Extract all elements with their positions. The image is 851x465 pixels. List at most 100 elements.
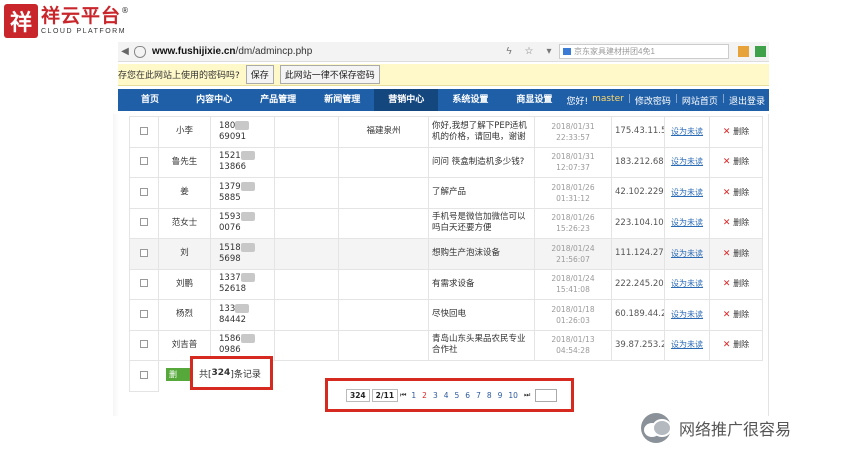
message-text: 手机号是微信加微信可以吗白天还要方便 <box>428 207 535 239</box>
mark-unread-link[interactable]: 设为未读 <box>671 279 703 288</box>
row-checkbox[interactable] <box>140 187 148 196</box>
delete-x-icon[interactable]: ✕ <box>723 218 731 228</box>
never-save-button[interactable]: 此网站一律不保存密码 <box>279 65 380 84</box>
username: master <box>592 93 624 104</box>
mark-unread-link[interactable]: 设为未读 <box>671 188 703 197</box>
url-field[interactable]: www.fushijixie.cn/dm/admincp.php <box>152 46 312 57</box>
logout-link[interactable]: 退出登录 <box>729 94 765 107</box>
pagination: 324 2/11 ⏮ 1 2 3 4 5 6 7 8 9 10 ⏭ <box>325 378 574 412</box>
region <box>338 299 429 331</box>
nav-item-display[interactable]: 商显设置 <box>502 89 566 111</box>
mark-unread-link[interactable]: 设为未读 <box>671 249 703 258</box>
star-icon[interactable]: ☆ <box>523 46 535 58</box>
region <box>338 207 429 239</box>
page-link[interactable]: 10 <box>508 391 518 400</box>
mark-unread-link[interactable]: 设为未读 <box>671 340 703 349</box>
page-link[interactable]: 5 <box>455 391 460 400</box>
page-link[interactable]: 1 <box>411 391 416 400</box>
page-link[interactable]: 7 <box>476 391 481 400</box>
delete-link[interactable]: 删除 <box>733 157 749 166</box>
ip-address: 39.87.253.208 <box>611 329 665 361</box>
lightning-icon[interactable]: ϟ <box>503 46 515 58</box>
delete-link[interactable]: 删除 <box>733 127 749 136</box>
last-page-icon[interactable]: ⏭ <box>524 391 530 400</box>
site-home-link[interactable]: 网站首页 <box>682 94 718 107</box>
delete-x-icon[interactable]: ✕ <box>723 249 731 259</box>
pager-page-of: 2/11 <box>371 388 399 402</box>
delete-x-icon[interactable]: ✕ <box>723 279 731 289</box>
delete-link[interactable]: 删除 <box>733 249 749 258</box>
page-link[interactable]: 9 <box>498 391 503 400</box>
contact-name: 刘鹏 <box>158 268 211 300</box>
delete-link[interactable]: 删除 <box>733 218 749 227</box>
ip-address: 222.245.200.185 <box>611 268 665 300</box>
app-icon[interactable] <box>755 46 766 57</box>
region <box>338 268 429 300</box>
region <box>338 146 429 178</box>
timestamp: 2018/01/13 04:54:28 <box>534 329 612 361</box>
back-arrow-icon[interactable]: ◀ <box>118 46 132 57</box>
delete-link[interactable]: 删除 <box>733 310 749 319</box>
delete-x-icon[interactable]: ✕ <box>723 310 731 320</box>
pager-total: 324 <box>346 388 370 402</box>
delete-link[interactable]: 删除 <box>733 279 749 288</box>
mark-unread-link[interactable]: 设为未读 <box>671 310 703 319</box>
timestamp: 2018/01/18 01:26:03 <box>534 299 612 331</box>
region: 福建泉州 <box>338 116 429 148</box>
wechat-account-name: 网络推广很容易 <box>679 420 792 439</box>
ip-address: 183.212.68.65 <box>611 146 665 178</box>
extension-icon[interactable] <box>738 46 749 57</box>
nav-item-content[interactable]: 内容中心 <box>182 89 246 111</box>
region <box>338 238 429 270</box>
first-page-icon[interactable]: ⏮ <box>400 391 406 400</box>
select-all-checkbox[interactable] <box>140 370 148 379</box>
page-link[interactable]: 4 <box>444 391 449 400</box>
wechat-icon <box>641 413 672 443</box>
row-checkbox[interactable] <box>140 279 148 288</box>
mark-unread-link[interactable]: 设为未读 <box>671 157 703 166</box>
page-link[interactable]: 8 <box>487 391 492 400</box>
delete-link[interactable]: 删除 <box>733 340 749 349</box>
delete-link[interactable]: 删除 <box>733 188 749 197</box>
delete-x-icon[interactable]: ✕ <box>723 340 731 350</box>
contact-name: 姜 <box>158 177 211 209</box>
mark-unread-link[interactable]: 设为未读 <box>671 127 703 136</box>
row-checkbox[interactable] <box>140 340 148 349</box>
row-checkbox[interactable] <box>140 309 148 318</box>
browser-search-box[interactable]: 京东家具建材拼团4免1 <box>559 44 729 59</box>
nav-item-settings[interactable]: 系统设置 <box>438 89 502 111</box>
phone-redaction <box>235 303 250 313</box>
page-jump-input[interactable] <box>535 388 558 402</box>
nav-item-marketing[interactable]: 营销中心 <box>374 89 439 111</box>
delete-x-icon[interactable]: ✕ <box>723 188 731 198</box>
security-shield-icon[interactable] <box>134 45 146 58</box>
mark-unread-link[interactable]: 设为未读 <box>671 218 703 227</box>
record-count-value: 324 <box>211 368 231 378</box>
phone-number: 15185698 <box>210 238 275 270</box>
phone-number: 13795885 <box>210 177 275 209</box>
dropdown-icon[interactable]: ▾ <box>543 46 555 58</box>
save-password-button[interactable]: 保存 <box>245 65 274 84</box>
delete-x-icon[interactable]: ✕ <box>723 157 731 167</box>
nav-item-products[interactable]: 产品管理 <box>246 89 310 111</box>
nav-item-news[interactable]: 新闻管理 <box>310 89 374 111</box>
change-password-link[interactable]: 修改密码 <box>635 94 671 107</box>
page-link[interactable]: 3 <box>433 391 438 400</box>
logo-registered-mark: ® <box>121 6 130 15</box>
phone-number: 18069091 <box>210 116 275 148</box>
row-checkbox[interactable] <box>140 248 148 257</box>
timestamp: 2018/01/24 15:41:08 <box>534 268 612 300</box>
page-link[interactable]: 2 <box>422 391 427 400</box>
page-link[interactable]: 6 <box>465 391 470 400</box>
delete-x-icon[interactable]: ✕ <box>723 127 731 137</box>
batch-delete-button[interactable]: 删 <box>166 368 190 381</box>
contact-name: 刘 <box>158 238 211 270</box>
logo-subtitle: CLOUD PLATFORM <box>41 28 127 35</box>
row-checkbox[interactable] <box>140 157 148 166</box>
row-checkbox[interactable] <box>140 218 148 227</box>
phone-redaction <box>240 242 255 252</box>
row-checkbox[interactable] <box>140 126 148 135</box>
timestamp: 2018/01/31 12:07:37 <box>534 146 612 178</box>
nav-item-home[interactable]: 首页 <box>118 89 182 111</box>
table-row: 刘 15185698 想购生产泡沫设备 2018/01/24 21:56:07 111.… <box>129 238 763 270</box>
